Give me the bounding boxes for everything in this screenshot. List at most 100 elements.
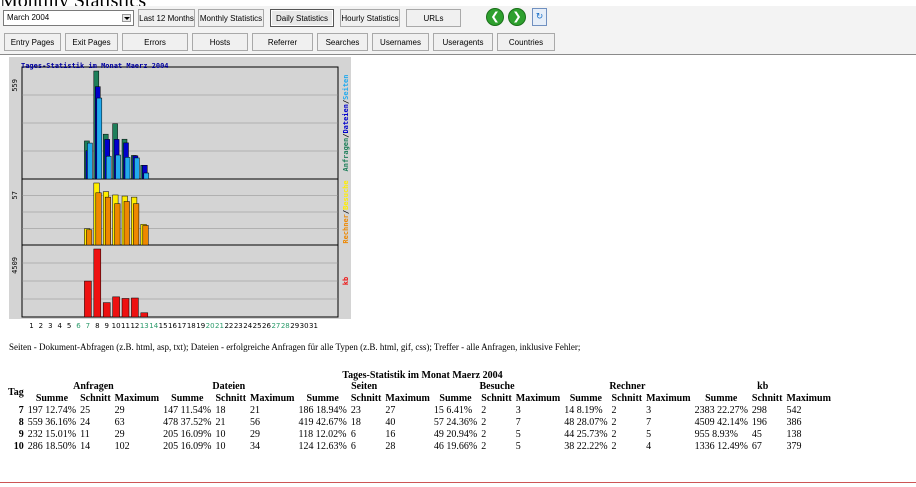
table-cell: 6 bbox=[350, 428, 356, 440]
bar-seiten bbox=[143, 172, 150, 180]
monthly-statistics-button[interactable]: Monthly Statistics bbox=[198, 9, 264, 27]
table-cell: 21 bbox=[250, 404, 261, 416]
tag-cell: 10 bbox=[13, 440, 24, 452]
bar-rechner bbox=[86, 229, 93, 246]
table-cell: 2 bbox=[611, 416, 617, 428]
hourly-statistics-button[interactable]: Hourly Statistics bbox=[340, 9, 400, 27]
x-tick-label: 12 bbox=[130, 322, 139, 330]
bar-kb bbox=[102, 302, 111, 318]
table-cell: 386 bbox=[786, 416, 802, 428]
table-cell: 147 11.54% bbox=[163, 404, 212, 416]
table-cell: 2 bbox=[611, 440, 617, 452]
legend-panel3: kb bbox=[342, 277, 350, 285]
bar-rechner bbox=[142, 225, 149, 246]
bar-kb bbox=[121, 298, 130, 318]
group-header: Rechner bbox=[609, 380, 646, 392]
table-cell: 44 25.73% bbox=[564, 428, 608, 440]
sub-header: Maximum bbox=[646, 392, 691, 404]
urls-button[interactable]: URLs bbox=[406, 9, 461, 27]
table-cell: 197 12.74% bbox=[27, 404, 77, 416]
usernames-button[interactable]: Usernames bbox=[372, 33, 429, 51]
group-header: Anfragen bbox=[73, 380, 114, 392]
table-cell: 56 bbox=[250, 416, 261, 428]
table-cell: 7 bbox=[515, 416, 521, 428]
table-cell: 38 22.22% bbox=[564, 440, 608, 452]
table-cell: 10 bbox=[215, 428, 226, 440]
table-cell: 7 bbox=[646, 416, 652, 428]
forward-icon[interactable]: ❯ bbox=[508, 8, 526, 26]
table-cell: 29 bbox=[250, 428, 261, 440]
x-tick-label: 19 bbox=[196, 322, 205, 330]
table-cell: 286 18.50% bbox=[27, 440, 77, 452]
x-tick-label: 17 bbox=[177, 322, 186, 330]
tag-cell: 7 bbox=[18, 404, 24, 416]
table-cell: 63 bbox=[114, 416, 125, 428]
chart-caption: Tages-Statistik im Monat Maerz 2004 bbox=[21, 62, 169, 70]
table-cell: 18 bbox=[215, 404, 226, 416]
sub-header: Schnitt bbox=[481, 392, 512, 404]
refresh-icon[interactable]: ↻ bbox=[532, 8, 547, 26]
table-row: 7 197 12.74% 25 29 147 11.54% 18 21 186 18.94% 2… bbox=[6, 404, 833, 416]
x-tick-label: 26 bbox=[262, 322, 271, 330]
plot-frame bbox=[21, 66, 339, 318]
exit-pages-button[interactable]: Exit Pages bbox=[65, 33, 118, 51]
group-header: Dateien bbox=[212, 380, 246, 392]
table-cell: 5 bbox=[646, 428, 652, 440]
table-cell: 48 28.07% bbox=[564, 416, 608, 428]
chevron-down-icon[interactable] bbox=[122, 14, 131, 22]
table-cell: 138 bbox=[786, 428, 802, 440]
x-tick-label: 3 bbox=[48, 322, 52, 330]
bar-seiten bbox=[124, 157, 131, 180]
entry-pages-button[interactable]: Entry Pages bbox=[4, 33, 61, 51]
table-cell: 2 bbox=[481, 428, 487, 440]
x-tick-label: 28 bbox=[281, 322, 290, 330]
table-cell: 2 bbox=[481, 416, 487, 428]
table-cell: 2 bbox=[611, 404, 617, 416]
x-tick-label: 11 bbox=[121, 322, 130, 330]
table-cell: 559 36.16% bbox=[27, 416, 77, 428]
x-tick-label: 13 bbox=[140, 322, 149, 330]
table-cell: 27 bbox=[385, 404, 396, 416]
bar-seiten bbox=[115, 154, 121, 180]
x-tick-label: 21 bbox=[215, 322, 224, 330]
bar-kb bbox=[84, 280, 92, 318]
toolbar-top: March 2004 Last 12 Months Monthly Statis… bbox=[0, 6, 916, 30]
table-cell: 102 bbox=[114, 440, 130, 452]
tag-header: Tag bbox=[8, 386, 24, 398]
searches-button[interactable]: Searches bbox=[317, 33, 368, 51]
hosts-button[interactable]: Hosts bbox=[192, 33, 248, 51]
table-cell: 25 bbox=[80, 404, 91, 416]
table-cell: 5 bbox=[515, 428, 521, 440]
daily-statistics-button[interactable]: Daily Statistics bbox=[270, 9, 334, 27]
bar-seiten bbox=[87, 142, 93, 180]
table-row: 10 286 18.50% 14 102 205 16.09% 10 34 124 12.63… bbox=[6, 440, 833, 452]
errors-button[interactable]: Errors bbox=[122, 33, 188, 51]
table-cell: 46 19.66% bbox=[433, 440, 478, 452]
table-cell: 10 bbox=[215, 440, 226, 452]
countries-button[interactable]: Countries bbox=[497, 33, 555, 51]
table-cell: 14 8.19% bbox=[564, 404, 603, 416]
sub-header: Summe bbox=[569, 392, 602, 404]
legend-panel1: Anfragen/Dateien/Seiten bbox=[342, 75, 350, 172]
month-select[interactable]: March 2004 bbox=[3, 10, 134, 26]
table-cell: 196 bbox=[751, 416, 767, 428]
sub-header: Summe bbox=[171, 392, 204, 404]
table-cell: 29 bbox=[114, 404, 125, 416]
toolbar-bottom: Entry Pages Exit Pages Errors Hosts Refe… bbox=[0, 30, 916, 55]
sub-header: Summe bbox=[705, 392, 738, 404]
table-cell: 478 37.52% bbox=[163, 416, 212, 428]
table-cell: 16 bbox=[385, 428, 396, 440]
useragents-button[interactable]: Useragents bbox=[433, 33, 493, 51]
y-max-label: 4509 bbox=[11, 257, 19, 274]
table-cell: 3 bbox=[646, 404, 652, 416]
x-tick-label: 10 bbox=[112, 322, 121, 330]
table-row: 8 559 36.16% 24 63 478 37.52% 21 56 419 42.67% 1… bbox=[6, 416, 833, 428]
back-icon[interactable]: ❮ bbox=[486, 8, 504, 26]
bar-rechner bbox=[133, 203, 140, 246]
x-tick-label: 29 bbox=[290, 322, 299, 330]
bar-rechner bbox=[123, 201, 130, 246]
table-cell: 955 8.93% bbox=[694, 428, 738, 440]
x-tick-label: 2 bbox=[39, 322, 43, 330]
referrer-button[interactable]: Referrer bbox=[252, 33, 313, 51]
last-12-months-button[interactable]: Last 12 Months bbox=[138, 9, 195, 27]
